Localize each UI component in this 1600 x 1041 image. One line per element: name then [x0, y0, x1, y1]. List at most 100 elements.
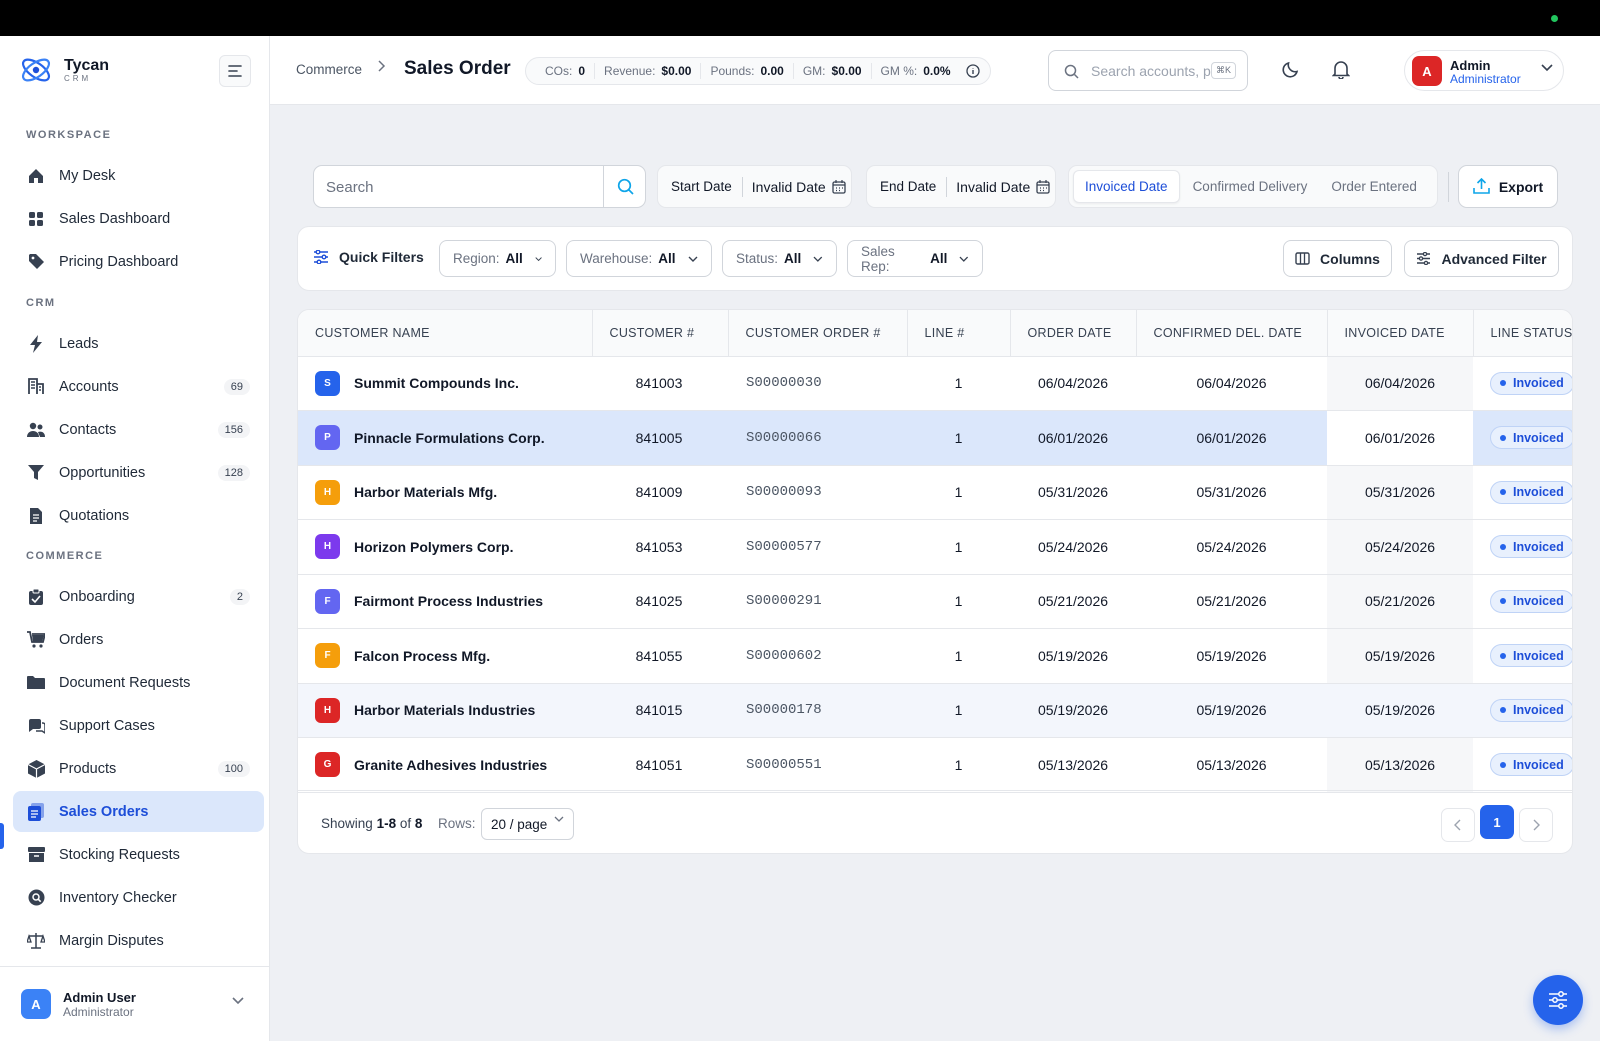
customer-name[interactable]: F Falcon Process Mfg.	[315, 643, 592, 669]
customer-name-text: Harbor Materials Industries	[354, 702, 536, 719]
column-header-line-status[interactable]: LINE STATUS	[1473, 310, 1572, 357]
column-header-confirmed-del-date[interactable]: CONFIRMED DEL. DATE	[1136, 310, 1328, 357]
sidebar-item-accounts[interactable]: Accounts 69	[13, 366, 264, 407]
page-1-button[interactable]: 1	[1480, 805, 1514, 839]
sidebar-item-orders[interactable]: Orders	[13, 619, 264, 660]
quick-filters-toggle[interactable]: Quick Filters	[313, 249, 424, 265]
search-button[interactable]	[603, 166, 645, 207]
rows-per-page-select[interactable]: 20 / page	[481, 808, 574, 840]
divider	[1448, 172, 1449, 202]
sidebar-item-sales-orders[interactable]: Sales Orders	[13, 791, 264, 832]
sidebar-item-my-desk[interactable]: My Desk	[13, 155, 264, 196]
end-date-value: Invalid Date	[956, 178, 1031, 195]
table-row[interactable]: P Pinnacle Formulations Corp. 841005 S00000…	[298, 410, 1572, 466]
column-header-line[interactable]: LINE #	[907, 310, 1011, 357]
sidebar-item-pricing-dashboard[interactable]: Pricing Dashboard	[13, 241, 264, 282]
customer-name[interactable]: H Harbor Materials Mfg.	[315, 479, 592, 505]
bell-icon[interactable]	[1332, 60, 1350, 79]
export-button[interactable]: Export	[1458, 165, 1558, 208]
prev-page-button[interactable]	[1441, 808, 1475, 842]
sidebar-item-contacts[interactable]: Contacts 156	[13, 409, 264, 450]
start-date-picker[interactable]: Start Date Invalid Date	[657, 165, 852, 208]
cell-customer-order[interactable]: S00000093	[728, 465, 907, 520]
dark-mode-moon-icon[interactable]	[1282, 60, 1300, 78]
date-mode-invoiced[interactable]: Invoiced Date	[1073, 170, 1180, 203]
cart-icon	[27, 631, 45, 649]
sidebar-item-onboarding[interactable]: Onboarding 2	[13, 576, 264, 617]
table-row[interactable]: H Harbor Materials Mfg. 841009 S00000093 1 05…	[298, 465, 1572, 520]
funnel-icon	[27, 464, 45, 482]
table-row[interactable]: F Fairmont Process Industries 841025 S00000…	[298, 574, 1572, 629]
sidebar-item-label: My Desk	[59, 167, 116, 184]
column-header-customer-name[interactable]: CUSTOMER NAME	[298, 310, 593, 357]
sidebar-item-document-requests[interactable]: Document Requests	[13, 662, 264, 703]
sidebar-item-margin-disputes[interactable]: Margin Disputes	[13, 920, 264, 961]
customer-name[interactable]: G Granite Adhesives Industries	[315, 752, 592, 778]
filter-label: Status:	[736, 251, 779, 266]
customer-name[interactable]: F Fairmont Process Industries	[315, 588, 592, 614]
sidebar-user-menu[interactable]: A Admin User Administrator	[0, 966, 270, 1041]
warehouse-filter-dropdown[interactable]: Warehouse: All	[566, 240, 712, 277]
customer-name[interactable]: H Horizon Polymers Corp.	[315, 534, 592, 560]
sidebar-item-inventory-checker[interactable]: Inventory Checker	[13, 877, 264, 918]
status-text: Invoiced	[1513, 648, 1564, 663]
cell-customer-order[interactable]: S00000178	[728, 683, 907, 738]
sidebar-item-stocking-requests[interactable]: Stocking Requests	[13, 834, 264, 875]
sidebar-item-label: Accounts	[59, 378, 119, 395]
sidebar-item-leads[interactable]: Leads	[13, 323, 264, 364]
start-date-label: Start Date	[658, 176, 743, 197]
table-row[interactable]: F Falcon Process Mfg. 841055 S00000602 1 05/1…	[298, 628, 1572, 684]
advanced-filter-button[interactable]: Advanced Filter	[1404, 240, 1559, 277]
cell-customer-name: S Summit Compounds Inc.	[298, 356, 592, 411]
avatar: A	[1412, 56, 1442, 86]
table-row[interactable]: H Harbor Materials Industries 841015 S00000…	[298, 683, 1572, 738]
region-filter-dropdown[interactable]: Region: All	[439, 240, 556, 277]
breadcrumb-commerce[interactable]: Commerce	[296, 62, 362, 77]
column-header-invoiced-date[interactable]: INVOICED DATE	[1327, 310, 1474, 357]
sidebar-item-sales-dashboard[interactable]: Sales Dashboard	[13, 198, 264, 239]
customer-name-text: Pinnacle Formulations Corp.	[354, 429, 545, 446]
table-row[interactable]: G Granite Adhesives Industries 841051 S0000…	[298, 737, 1572, 793]
sidebar-item-support-cases[interactable]: Support Cases	[13, 705, 264, 746]
profile-menu[interactable]: A Admin Administrator	[1404, 50, 1564, 91]
date-mode-confirmed-delivery[interactable]: Confirmed Delivery	[1182, 170, 1319, 203]
column-header-customer-order[interactable]: CUSTOMER ORDER #	[728, 310, 908, 357]
status-text: Invoiced	[1513, 594, 1564, 609]
cell-customer-order[interactable]: S00000066	[728, 410, 907, 466]
cell-customer-order[interactable]: S00000602	[728, 628, 907, 684]
brand[interactable]: Tycan CRM	[18, 52, 109, 88]
profile-role: Administrator	[1450, 72, 1521, 86]
floating-settings-button[interactable]	[1533, 975, 1583, 1025]
sales-rep-filter-dropdown[interactable]: Sales Rep: All	[847, 240, 983, 277]
column-header-customer-number[interactable]: CUSTOMER #	[592, 310, 729, 357]
status-dot	[1500, 434, 1506, 441]
customer-name[interactable]: H Harbor Materials Industries	[315, 697, 592, 723]
customer-name[interactable]: S Summit Compounds Inc.	[315, 370, 592, 396]
customer-name[interactable]: P Pinnacle Formulations Corp.	[315, 425, 592, 451]
cell-customer-order[interactable]: S00000551	[728, 737, 907, 793]
sidebar-item-quotations[interactable]: Quotations	[13, 495, 264, 536]
showing-prefix: Showing	[321, 816, 373, 831]
sidebar-item-products[interactable]: Products 100	[13, 748, 264, 789]
column-header-order-date[interactable]: ORDER DATE	[1010, 310, 1137, 357]
sliders-icon	[1549, 991, 1567, 1009]
table-row[interactable]: H Horizon Polymers Corp. 841053 S00000577 1 0…	[298, 519, 1572, 575]
sidebar-item-label: Opportunities	[59, 464, 146, 481]
info-icon[interactable]	[965, 64, 980, 78]
cell-order-date: 05/13/2026	[1010, 737, 1136, 793]
cell-customer-order[interactable]: S00000291	[728, 574, 907, 629]
cell-order-date: 05/21/2026	[1010, 574, 1136, 629]
end-date-picker[interactable]: End Date Invalid Date	[866, 165, 1056, 208]
sidebar-item-opportunities[interactable]: Opportunities 128	[13, 452, 264, 493]
cell-customer-order[interactable]: S00000577	[728, 519, 907, 575]
table-header-row: CUSTOMER NAME CUSTOMER # CUSTOMER ORDER …	[298, 310, 1572, 357]
order-search-input[interactable]: Search	[313, 165, 646, 208]
date-mode-order-entered[interactable]: Order Entered	[1320, 170, 1428, 203]
status-filter-dropdown[interactable]: Status: All	[722, 240, 837, 277]
collapse-sidebar-button[interactable]	[219, 55, 251, 87]
columns-button[interactable]: Columns	[1283, 240, 1392, 277]
global-search-input[interactable]: Search accounts, p ⌘K	[1048, 50, 1248, 91]
table-row[interactable]: S Summit Compounds Inc. 841003 S00000030 1 06…	[298, 356, 1572, 411]
next-page-button[interactable]	[1519, 808, 1553, 842]
cell-customer-order[interactable]: S00000030	[728, 356, 907, 411]
